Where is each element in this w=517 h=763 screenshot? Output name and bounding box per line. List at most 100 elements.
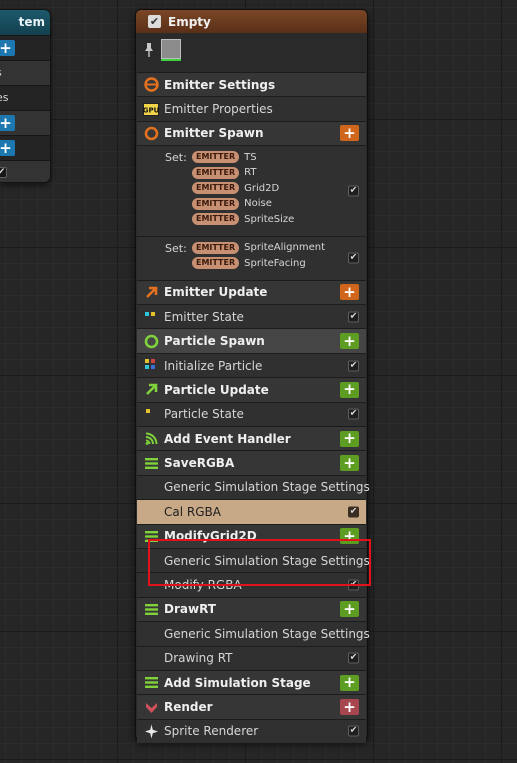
set-parameter-line[interactable]: EMITTER RT (192, 166, 257, 179)
enabled-checkbox[interactable]: ✔ (348, 252, 359, 264)
stack-module-row[interactable]: Generic Simulation Stage Settings (137, 621, 370, 646)
set-parameter-line[interactable]: EMITTER SpriteFacing (192, 257, 306, 270)
parameter-name: TS (244, 151, 257, 163)
set-parameters-block[interactable]: Set: EMITTER TS EMITTER RT EMITTER Grid2D EMITT… (137, 145, 366, 236)
row-label: Particle Spawn (164, 334, 265, 349)
emitter-namespace-pill: EMITTER (192, 182, 240, 195)
emitter-node-empty[interactable]: ✔ Empty Emitter Settings GPU Emitter Prope… (135, 9, 370, 744)
pin-icon[interactable] (143, 42, 155, 58)
set-parameter-line[interactable]: EMITTER SpriteSize (192, 213, 295, 226)
particle-update-icon (143, 382, 159, 398)
emitter-namespace-pill: EMITTER (192, 213, 240, 226)
emitter-spawn-icon (143, 125, 159, 141)
stack-module-row[interactable]: Emitter State ✔ (137, 304, 366, 329)
stack-group-header[interactable]: DrawRT + (137, 596, 366, 622)
stack-group-header[interactable]: Emitter Spawn + (137, 120, 366, 146)
emitter-namespace-pill: EMITTER (192, 197, 240, 210)
set-parameter-line[interactable]: EMITTER Noise (192, 197, 272, 210)
stack-module-row[interactable]: Cal RGBA ✔ (137, 499, 366, 524)
set-parameter-line[interactable]: EMITTER SpriteAlignment (192, 241, 326, 254)
add-module-button[interactable]: + (340, 381, 359, 398)
highlight-box (148, 539, 371, 586)
node-title-bar[interactable]: ✔ Empty (136, 10, 367, 33)
parameter-name: SpriteSize (244, 213, 295, 225)
set-parameter-line[interactable]: EMITTER Grid2D (192, 182, 280, 195)
row-label: Add Event Handler (164, 431, 291, 446)
enabled-checkbox[interactable]: ✔ (348, 506, 359, 518)
emitter-namespace-pill: EMITTER (192, 257, 240, 270)
dot-icon (143, 406, 159, 422)
row-label: Emitter State (164, 309, 244, 324)
add-module-button[interactable]: + (340, 333, 359, 350)
add-module-button[interactable]: + (340, 601, 359, 618)
left-emitter-node[interactable]: tem gs+s es n+e+ ✔ (0, 9, 51, 183)
stack-module-row[interactable]: Sprite Renderer ✔ (137, 718, 366, 744)
add-module-button[interactable]: + (340, 125, 359, 142)
add-button[interactable]: + (0, 140, 15, 156)
add-module-button[interactable]: + (340, 284, 359, 301)
emitter-stack: Emitter Settings GPU Emitter Properties Emi… (137, 72, 370, 744)
stack-module-row[interactable]: Initialize Particle ✔ (137, 352, 366, 378)
emitter-settings-icon (143, 77, 159, 93)
row-label: Initialize Particle (164, 358, 263, 373)
set-parameter-line[interactable]: EMITTER TS (192, 151, 257, 164)
enabled-checkbox[interactable]: ✔ (348, 725, 359, 737)
enabled-checkbox[interactable]: ✔ (348, 408, 359, 420)
row-label: Emitter Properties (164, 102, 273, 117)
stack-group-header[interactable]: Particle Spawn + (137, 328, 366, 353)
stack-group-header[interactable]: SaveRGBA + (137, 450, 366, 475)
stack-group-header[interactable]: Emitter Settings (137, 72, 366, 97)
left-node-row[interactable]: s (0, 60, 50, 85)
add-module-button[interactable]: + (340, 699, 359, 715)
stack-group-header[interactable]: Emitter Update + (137, 279, 366, 305)
row-label: Emitter Settings (164, 77, 276, 92)
enabled-checkbox[interactable]: ✔ (348, 311, 359, 323)
render-icon (143, 699, 159, 715)
add-button[interactable]: + (0, 115, 15, 131)
stack-module-row[interactable]: Particle State ✔ (137, 401, 366, 427)
row-label: DrawRT (164, 602, 216, 617)
add-button[interactable]: + (0, 40, 15, 56)
stack-group-header[interactable]: Render + (137, 694, 366, 719)
enabled-checkbox[interactable]: ✔ (348, 185, 359, 197)
stack-module-row[interactable]: Generic Simulation Stage Settings (137, 474, 370, 500)
parameter-name: Noise (244, 198, 272, 210)
row-label: Emitter Update (164, 285, 268, 300)
row-label: Cal RGBA (164, 504, 221, 519)
stack-group-header[interactable]: Particle Update + (137, 377, 366, 402)
emitter-update-icon (143, 284, 159, 300)
stack-group-header[interactable]: Add Event Handler + (137, 426, 366, 451)
emitter-thumbnail[interactable] (161, 39, 181, 59)
add-module-button[interactable]: + (340, 430, 359, 447)
left-node-row[interactable]: es (0, 85, 50, 110)
set-parameters-block[interactable]: Set: EMITTER SpriteAlignment EMITTER SpriteF… (137, 235, 366, 280)
parameter-name: SpriteAlignment (244, 242, 326, 254)
parameter-name: Grid2D (244, 182, 280, 194)
stack-module-row[interactable]: Drawing RT ✔ (137, 645, 366, 670)
left-node-row[interactable]: gs+ (0, 35, 50, 60)
parameter-name: RT (244, 167, 257, 179)
dots-icon (143, 309, 159, 325)
left-node-row[interactable]: ✔ (0, 160, 50, 182)
enabled-checkbox[interactable]: ✔ (348, 360, 359, 372)
emitter-namespace-pill: EMITTER (192, 166, 240, 179)
left-node-row[interactable]: e+ (0, 135, 50, 160)
emitter-namespace-pill: EMITTER (192, 151, 240, 164)
left-node-row-label: s (0, 61, 2, 85)
row-label: SaveRGBA (164, 456, 235, 471)
row-label: Particle State (164, 407, 244, 422)
add-module-button[interactable]: + (340, 455, 359, 472)
stack-group-header[interactable]: Add Simulation Stage + (137, 669, 366, 695)
add-module-button[interactable]: + (340, 674, 359, 691)
left-node-row-label: es (0, 91, 9, 104)
stack-module-row[interactable]: GPU Emitter Properties (137, 96, 366, 121)
left-node-row[interactable]: n+ (0, 110, 50, 135)
node-enabled-checkbox[interactable]: ✔ (148, 15, 161, 28)
enabled-checkbox[interactable]: ✔ (0, 167, 7, 178)
set-label: Set: (165, 151, 187, 165)
row-label: Generic Simulation Stage Settings (164, 626, 370, 641)
row-label: Sprite Renderer (164, 724, 259, 739)
enabled-checkbox[interactable]: ✔ (348, 652, 359, 664)
parameter-name: SpriteFacing (244, 257, 306, 269)
left-node-title: tem (0, 10, 50, 35)
